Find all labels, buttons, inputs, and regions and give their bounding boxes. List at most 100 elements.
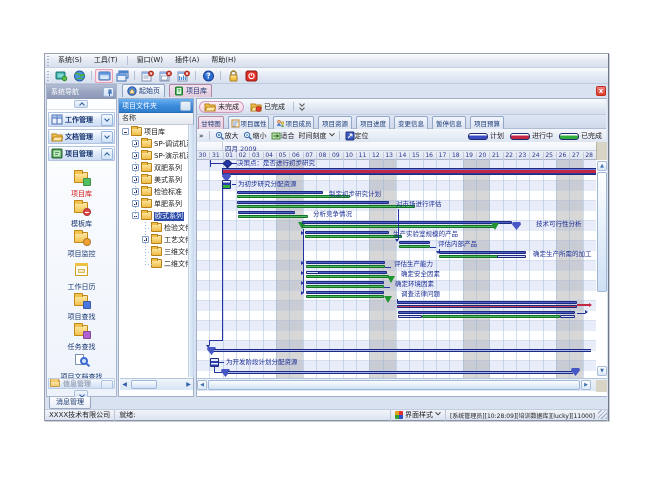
gantt-bar-plan[interactable] xyxy=(560,315,575,318)
time-scale-dropdown[interactable]: 时间刻度 xyxy=(299,131,334,141)
gantt-tab-项目资源[interactable]: 项目资源 xyxy=(318,116,352,129)
gantt-bar-plan[interactable] xyxy=(497,255,526,258)
tree-item-工艺文件[interactable]: 工艺文件 xyxy=(119,234,190,246)
gantt-chart-body[interactable]: 决策点：是否进行初步研究为初步研究分配资源制定初步研究计划对市场进行评估分析竞争… xyxy=(196,160,596,378)
sidebar-group-文档管理[interactable]: 文档管理 xyxy=(48,129,115,144)
scroll-up-icon[interactable]: ▲ xyxy=(597,161,607,171)
gantt-bar-plan[interactable] xyxy=(399,241,430,244)
sidebar-item-任务查找[interactable]: 任务查找 xyxy=(48,322,115,352)
gantt-tab-甘特图[interactable]: 甘特图 xyxy=(198,116,224,129)
locate-button[interactable]: 定位 xyxy=(345,131,369,141)
tree-item-项目库[interactable]: 项目库 xyxy=(119,126,190,138)
filter-已完成[interactable]: 已完成 xyxy=(246,101,289,113)
sidebar-item-项目库[interactable]: 项目库 xyxy=(48,169,115,199)
gantt-bar-plan[interactable] xyxy=(306,281,384,284)
globe-icon[interactable] xyxy=(70,69,88,83)
gantt-bar-complete[interactable] xyxy=(422,315,560,318)
gantt-bar-complete[interactable] xyxy=(306,285,384,288)
tree-column-header[interactable]: 名称 xyxy=(119,113,193,125)
gantt-tab-暂停信息[interactable]: 暂停信息 xyxy=(432,116,466,129)
gantt-tab-项目预算[interactable]: 项目预算 xyxy=(470,116,504,129)
gantt-bar-complete[interactable] xyxy=(238,215,308,218)
chevron-up-icon[interactable] xyxy=(101,148,113,160)
menu-帮助(H)[interactable]: 帮助(H) xyxy=(205,54,242,67)
gantt-task-icon[interactable] xyxy=(222,180,231,189)
gantt-bar-plan[interactable] xyxy=(318,271,387,274)
gantt-bar-complete[interactable] xyxy=(306,295,384,298)
menubar-grip[interactable] xyxy=(47,56,50,66)
zoom-in-button[interactable]: 放大 xyxy=(215,131,239,141)
scroll-down-icon[interactable]: ▼ xyxy=(597,366,607,376)
gantt-bar-complete[interactable] xyxy=(306,265,385,268)
exit-icon[interactable] xyxy=(242,69,260,83)
gantt-vscrollbar[interactable]: ▲ ▼ xyxy=(596,142,607,378)
sidebar-item-项目监控[interactable]: 项目监控 xyxy=(48,229,115,259)
tree-splitter[interactable] xyxy=(188,125,194,377)
menu-插件(A)[interactable]: 插件(A) xyxy=(169,54,205,67)
style-dropdown[interactable]: 界面样式 xyxy=(390,410,446,421)
gantt-bar-plan[interactable] xyxy=(398,311,575,314)
tree-item-单肥系列[interactable]: 单肥系列 xyxy=(119,198,190,210)
gantt-bar-plan[interactable] xyxy=(398,315,422,318)
gantt-bar-plan[interactable] xyxy=(439,251,526,254)
zoom-out-button[interactable]: 缩小 xyxy=(243,131,267,141)
sidebar-group-项目管理[interactable]: 项目管理 xyxy=(48,146,115,161)
gantt-bar-complete[interactable] xyxy=(306,275,389,278)
gantt-hscrollbar[interactable]: ◀ ▶ xyxy=(196,378,607,391)
gantt-bar-complete[interactable] xyxy=(237,205,415,208)
connect-icon[interactable] xyxy=(52,69,70,83)
gantt-bar-plan[interactable] xyxy=(306,261,385,264)
gantt-bar-plan[interactable] xyxy=(238,211,295,214)
tree-item-美式系列[interactable]: 美式系列 xyxy=(119,174,190,186)
sidebar-group-工作管理[interactable]: 工作管理 xyxy=(48,112,115,127)
doc-tab-项目库[interactable]: 项目库 xyxy=(169,84,212,97)
scroll-left-icon[interactable]: ◀ xyxy=(197,380,207,390)
task-alert-icon[interactable] xyxy=(138,69,156,83)
window-alert-icon[interactable] xyxy=(156,69,174,83)
gantt-summary-bar[interactable] xyxy=(222,168,596,175)
menu-工具(T)[interactable]: 工具(T) xyxy=(88,54,124,67)
menu-窗口(W)[interactable]: 窗口(W) xyxy=(131,54,169,67)
sidebar-group-bottom[interactable]: 信息管理 xyxy=(48,378,115,389)
tree-item-双肥系列[interactable]: 双肥系列 xyxy=(119,162,190,174)
tree-item-三维文件[interactable]: 三维文件 xyxy=(119,246,190,258)
fit-button[interactable]: 适合 xyxy=(271,131,295,141)
menu-系统(S)[interactable]: 系统(S) xyxy=(52,54,88,67)
gantt-bar-plan[interactable] xyxy=(302,221,512,224)
sidebar-item-工作日历[interactable]: 工作日历 xyxy=(48,262,115,292)
pin-icon[interactable] xyxy=(103,87,114,97)
sidebar-item-模板库[interactable]: 模板库 xyxy=(48,199,115,229)
chevron-down-icon[interactable] xyxy=(101,114,113,126)
toolbar-grip[interactable] xyxy=(47,71,50,81)
gantt-bar-plan[interactable] xyxy=(306,291,384,294)
tree-item-二维文件[interactable]: 二维文件 xyxy=(119,258,190,270)
help-icon[interactable]: ? xyxy=(199,69,217,83)
chevron-icon[interactable] xyxy=(101,380,113,389)
gantt-bar-complete[interactable] xyxy=(305,235,402,238)
doc-tab-起始页[interactable]: 起始页 xyxy=(122,84,165,97)
chevron-double-down-icon[interactable] xyxy=(298,102,306,111)
tree-item-检验文件[interactable]: 检验文件 xyxy=(119,222,190,234)
tab-message-manage[interactable]: 消息管理 xyxy=(49,397,91,409)
gantt-bar-plan[interactable] xyxy=(237,201,389,204)
gantt-bar-complete[interactable] xyxy=(439,255,498,258)
scroll-left-icon[interactable]: ◀ xyxy=(120,380,129,390)
chevron-up-icon[interactable] xyxy=(74,100,88,108)
gantt-bar-complete[interactable] xyxy=(399,245,430,248)
gantt-tab-变更信息[interactable]: 变更信息 xyxy=(394,116,428,129)
cascade-window-icon[interactable] xyxy=(113,69,131,83)
tree-hscrollbar[interactable]: ◀ ▶ xyxy=(120,378,193,390)
gantt-bar-plan[interactable] xyxy=(305,231,389,234)
toolbar-overflow-button[interactable]: » xyxy=(199,132,204,140)
lock-icon[interactable] xyxy=(224,69,242,83)
chevron-down-icon[interactable] xyxy=(101,131,113,143)
gantt-bar-inprogress[interactable] xyxy=(397,305,577,308)
scroll-right-icon[interactable]: ▶ xyxy=(581,380,591,390)
tree-item-SP-调试机系[interactable]: SP-调试机系 xyxy=(119,138,190,150)
gantt-bar-plan[interactable] xyxy=(397,301,577,304)
gantt-task-icon[interactable] xyxy=(210,358,219,367)
gantt-bar-plan[interactable] xyxy=(237,191,323,194)
report-alert-icon[interactable] xyxy=(174,69,192,83)
gantt-tab-项目成员[interactable]: 项目成员 xyxy=(273,116,314,129)
folder-window-icon[interactable] xyxy=(95,69,113,83)
